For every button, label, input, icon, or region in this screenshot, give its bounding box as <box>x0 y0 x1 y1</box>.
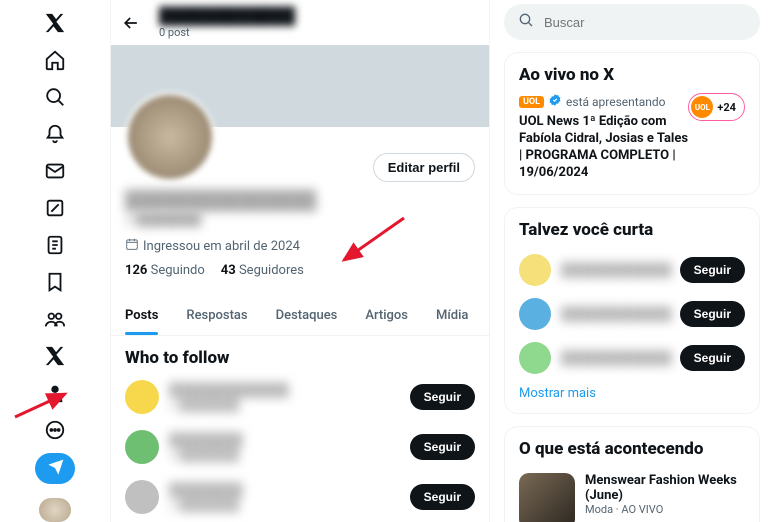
header-name: ████████████ <box>159 6 295 26</box>
suggested-user[interactable]: ████████████ Seguir <box>519 292 745 336</box>
sidebar-nav <box>0 0 110 522</box>
live-section-title: Ao vivo no X <box>519 65 745 85</box>
search-icon <box>518 12 534 32</box>
profile-avatar[interactable] <box>125 92 215 182</box>
account-switcher[interactable] <box>39 498 71 522</box>
publisher-badge: UOL <box>519 96 544 108</box>
suggested-avatar <box>125 480 159 514</box>
follow-button[interactable]: Seguir <box>680 257 745 283</box>
profile-tabs: Posts Respostas Destaques Artigos Mídia … <box>111 296 489 336</box>
followers-link[interactable]: 43 Seguidores <box>221 263 304 278</box>
follow-button[interactable]: Seguir <box>410 434 475 460</box>
tab-posts[interactable]: Posts <box>111 296 172 335</box>
suggested-avatar <box>125 430 159 464</box>
live-on-x-card: Ao vivo no X UOL está apresentando UOL N… <box>504 52 760 195</box>
following-link[interactable]: 126 Seguindo <box>125 263 205 278</box>
notifications-icon[interactable] <box>33 119 77 148</box>
trends-card: O que está acontecendo Menswear Fashion … <box>504 426 760 522</box>
suggested-user[interactable]: ████████████ Seguir <box>519 248 745 292</box>
live-broadcast-title[interactable]: UOL News 1ª Edição com Fabíola Cidral, J… <box>519 114 688 182</box>
right-sidebar: Ao vivo no X UOL está apresentando UOL N… <box>490 0 774 522</box>
tab-media[interactable]: Mídia <box>422 296 482 335</box>
tab-likes[interactable]: Curtidas <box>482 296 490 335</box>
trend-name: Menswear Fashion Weeks (June) <box>585 473 745 503</box>
you-might-like-card: Talvez você curta ████████████ Seguir ██… <box>504 207 760 414</box>
follow-button[interactable]: Seguir <box>680 345 745 371</box>
profile-icon[interactable] <box>33 379 77 408</box>
you-might-like-title: Talvez você curta <box>519 220 745 240</box>
header-post-count: 0 post <box>159 26 295 39</box>
suggested-avatar <box>519 254 551 286</box>
follow-button[interactable]: Seguir <box>410 484 475 510</box>
suggested-avatar <box>519 298 551 330</box>
suggested-user[interactable]: ████████████ Seguir <box>519 336 745 380</box>
search-box[interactable] <box>504 4 760 40</box>
messages-icon[interactable] <box>33 156 77 185</box>
x-logo-icon[interactable] <box>33 8 77 37</box>
grok-icon[interactable] <box>33 193 77 222</box>
calendar-icon <box>125 237 139 255</box>
live-pill-logo: UOL <box>691 96 713 118</box>
verified-icon <box>548 93 562 110</box>
who-to-follow-item[interactable]: ████████@███████ Seguir <box>111 422 489 472</box>
featured-trend[interactable]: Menswear Fashion Weeks (June) Moda · AO … <box>519 467 745 522</box>
who-to-follow-title: Who to follow <box>111 336 489 372</box>
tab-replies[interactable]: Respostas <box>172 296 261 335</box>
home-icon[interactable] <box>33 45 77 74</box>
more-icon[interactable] <box>33 416 77 445</box>
tab-articles[interactable]: Artigos <box>351 296 422 335</box>
trends-title: O que está acontecendo <box>519 439 745 459</box>
follow-button[interactable]: Seguir <box>680 301 745 327</box>
premium-icon[interactable] <box>33 342 77 371</box>
who-to-follow-item[interactable]: █████████████@███████ Seguir <box>111 372 489 422</box>
back-button[interactable] <box>121 13 141 33</box>
edit-profile-button[interactable]: Editar perfil <box>373 153 475 182</box>
search-input[interactable] <box>544 15 746 30</box>
main-column: ████████████ 0 post Editar perfil ██████… <box>110 0 490 522</box>
joined-date: Ingressou em abril de 2024 <box>143 239 300 254</box>
tab-highlights[interactable]: Destaques <box>262 296 352 335</box>
compose-button[interactable] <box>35 453 75 484</box>
communities-icon[interactable] <box>33 305 77 334</box>
suggested-avatar <box>125 380 159 414</box>
who-to-follow-item[interactable]: ████████@███████ Seguir <box>111 472 489 522</box>
trend-thumbnail <box>519 473 575 522</box>
profile-header: ████████████ 0 post <box>111 0 489 45</box>
live-viewers-pill[interactable]: UOL +24 <box>688 93 745 121</box>
publisher-status: está apresentando <box>566 95 665 109</box>
user-handle: @███████ <box>125 211 475 227</box>
lists-icon[interactable] <box>33 230 77 259</box>
live-viewers-count: +24 <box>717 101 742 114</box>
trend-context: Moda · AO VIVO <box>585 503 745 516</box>
bookmarks-icon[interactable] <box>33 268 77 297</box>
search-icon[interactable] <box>33 82 77 111</box>
follow-button[interactable]: Seguir <box>410 384 475 410</box>
display-name: ███████████████ <box>125 190 475 211</box>
suggested-avatar <box>519 342 551 374</box>
show-more-link[interactable]: Mostrar mais <box>519 386 596 401</box>
